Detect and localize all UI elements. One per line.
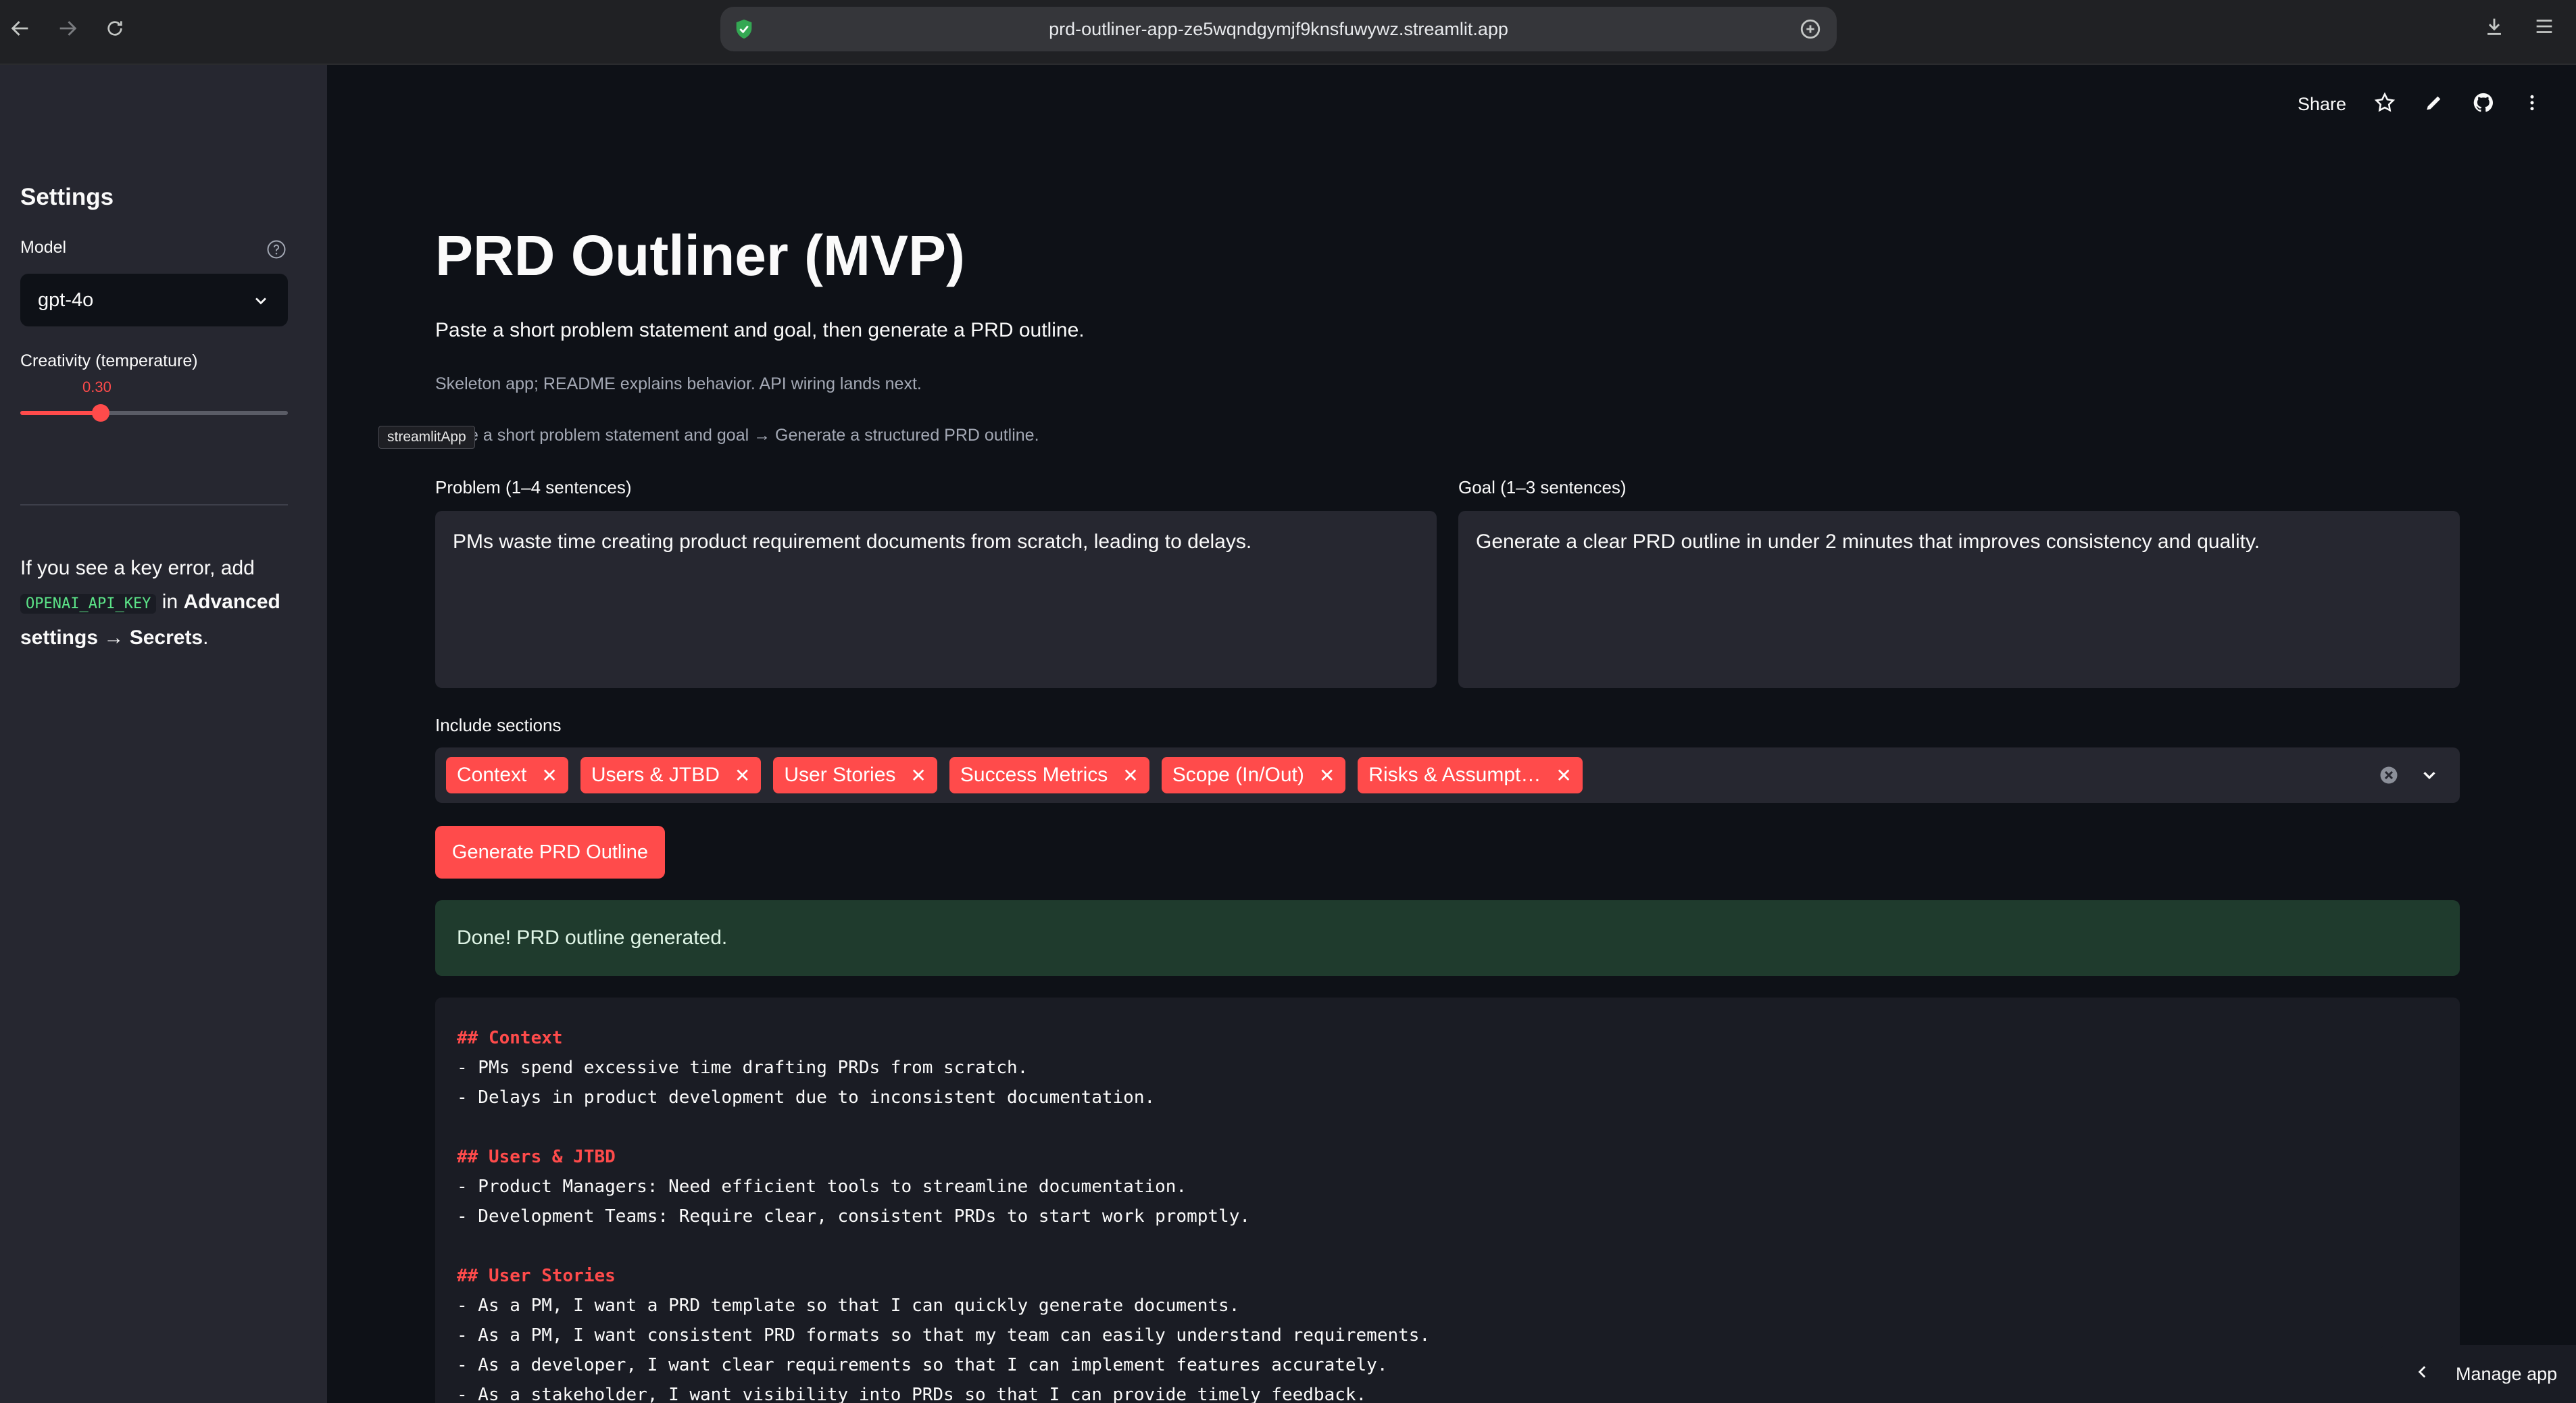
goal-label: Goal (1–3 sentences) <box>1458 477 1627 497</box>
shield-icon <box>733 17 756 46</box>
section-tag[interactable]: Users & JTBD ✕ <box>580 757 762 793</box>
slider-thumb[interactable] <box>91 404 109 422</box>
model-select-value: gpt-4o <box>38 289 94 311</box>
output-line: - Development Teams: Require clear, cons… <box>457 1206 1250 1227</box>
url-text: prd-outliner-app-ze5wqndgymjf9knsfuwywz.… <box>1049 18 1508 39</box>
back-icon[interactable] <box>7 15 34 42</box>
output-heading: ## User Stories <box>457 1266 616 1286</box>
caption-instructions: Paste a short problem statement and goal… <box>435 426 1039 445</box>
goal-textarea[interactable]: Generate a clear PRD outline in under 2 … <box>1458 511 2460 688</box>
caption-skeleton: Skeleton app; README explains behavior. … <box>435 374 922 393</box>
share-button[interactable]: Share <box>2298 94 2346 115</box>
section-tag-label: Scope (In/Out) <box>1172 764 1304 786</box>
api-key-code: OPENAI_API_KEY <box>20 594 157 614</box>
section-tags: Context ✕ Users & JTBD ✕ User Stories ✕ Succes… <box>446 757 1583 793</box>
section-tag[interactable]: Context ✕ <box>446 757 568 793</box>
section-tag[interactable]: Success Metrics ✕ <box>949 757 1149 793</box>
browser-toolbar: prd-outliner-app-ze5wqndgymjf9knsfuwywz.… <box>0 0 2576 65</box>
note-text: If you see a key error, add <box>20 557 255 579</box>
output-line: - As a PM, I want consistent PRD formats… <box>457 1325 1431 1346</box>
remove-tag-icon[interactable]: ✕ <box>1319 764 1335 787</box>
temperature-value: 0.30 <box>82 378 112 395</box>
output-line: - As a developer, I want clear requireme… <box>457 1355 1388 1375</box>
tooltip: streamlitApp <box>378 426 475 449</box>
temperature-slider[interactable] <box>20 404 288 422</box>
model-select[interactable]: gpt-4o <box>20 274 288 326</box>
chevron-down-icon <box>251 291 270 316</box>
github-icon[interactable] <box>2472 91 2495 118</box>
problem-label: Problem (1–4 sentences) <box>435 477 632 497</box>
site-settings-icon[interactable] <box>1799 18 1822 45</box>
download-icon[interactable] <box>2483 15 2506 41</box>
sections-label: Include sections <box>435 715 562 735</box>
success-alert: Done! PRD outline generated. <box>435 900 2460 976</box>
prd-output-block: ## Context - PMs spend excessive time dra… <box>435 998 2460 1403</box>
star-icon[interactable] <box>2373 91 2396 118</box>
output-heading: ## Context <box>457 1028 563 1048</box>
output-heading: ## Users & JTBD <box>457 1147 616 1167</box>
output-line: - Product Managers: Need efficient tools… <box>457 1177 1187 1197</box>
section-tag-label: User Stories <box>784 764 896 786</box>
section-tag-label: Users & JTBD <box>591 764 720 786</box>
remove-tag-icon[interactable]: ✕ <box>1122 764 1138 787</box>
slider-fill <box>20 411 101 415</box>
page-subtitle: Paste a short problem statement and goal… <box>435 319 1085 341</box>
remove-tag-icon[interactable]: ✕ <box>1556 764 1571 787</box>
app-toolbar: Share <box>2298 91 2542 118</box>
edit-icon[interactable] <box>2423 92 2445 117</box>
remove-tag-icon[interactable]: ✕ <box>735 764 750 787</box>
chevron-left-icon <box>2414 1363 2431 1385</box>
temperature-label: Creativity (temperature) <box>20 351 198 370</box>
address-bar[interactable]: prd-outliner-app-ze5wqndgymjf9knsfuwywz.… <box>720 7 1837 51</box>
output-line: - As a PM, I want a PRD template so that… <box>457 1296 1240 1316</box>
sections-multiselect[interactable]: Context ✕ Users & JTBD ✕ User Stories ✕ Succes… <box>435 747 2460 803</box>
section-tag-label: Risks & Assumpt… <box>1368 764 1541 786</box>
clear-all-icon[interactable] <box>2379 765 2399 789</box>
page-title: PRD Outliner (MVP) <box>435 224 966 287</box>
more-options-icon[interactable] <box>2522 93 2542 116</box>
menu-icon[interactable] <box>2533 15 2556 41</box>
problem-textarea[interactable]: PMs waste time creating product requirem… <box>435 511 1437 688</box>
forward-icon[interactable] <box>54 15 81 42</box>
section-tag[interactable]: Scope (In/Out) ✕ <box>1161 757 1346 793</box>
remove-tag-icon[interactable]: ✕ <box>910 764 926 787</box>
note-text: in <box>156 591 184 613</box>
sidebar: Settings Model gpt-4o Creativity (temper… <box>0 65 327 1403</box>
manage-app-label: Manage app <box>2456 1363 2558 1384</box>
section-tag[interactable]: Risks & Assumpt… ✕ <box>1358 757 1583 793</box>
secrets-text: Secrets <box>129 626 203 649</box>
note-text: . <box>203 626 209 649</box>
api-key-note: If you see a key error, add OPENAI_API_K… <box>20 551 304 655</box>
output-line: - Delays in product development due to i… <box>457 1087 1156 1108</box>
chevron-down-icon[interactable] <box>2419 765 2439 789</box>
section-tag[interactable]: User Stories ✕ <box>773 757 937 793</box>
output-line: - As a stakeholder, I want visibility in… <box>457 1385 1367 1403</box>
help-icon[interactable] <box>266 239 287 263</box>
generate-button[interactable]: Generate PRD Outline <box>435 826 665 879</box>
section-tag-label: Context <box>457 764 527 786</box>
manage-app-button[interactable]: Manage app <box>2380 1345 2576 1403</box>
reload-icon[interactable] <box>101 15 128 42</box>
arrow-text: → <box>98 626 130 649</box>
model-label: Model <box>20 238 67 257</box>
output-line: - PMs spend excessive time drafting PRDs… <box>457 1058 1029 1078</box>
remove-tag-icon[interactable]: ✕ <box>541 764 557 787</box>
sidebar-divider <box>20 504 288 506</box>
section-tag-label: Success Metrics <box>960 764 1108 786</box>
sidebar-title: Settings <box>20 184 114 210</box>
